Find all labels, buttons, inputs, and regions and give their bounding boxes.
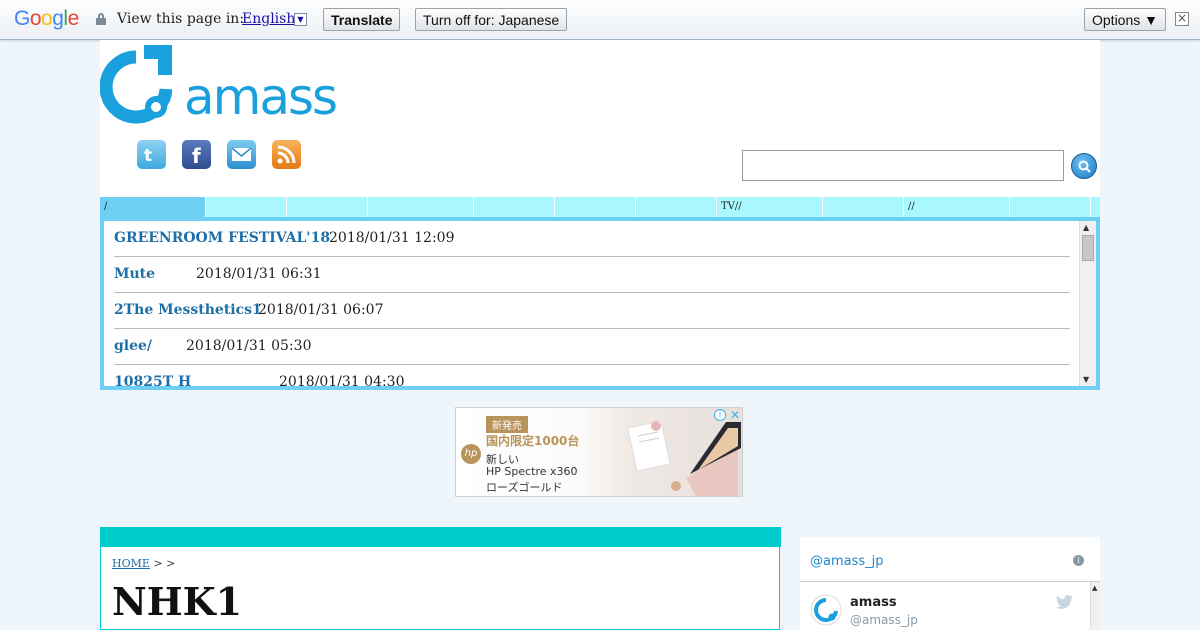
- lock-icon: [96, 13, 106, 25]
- chevron-down-icon[interactable]: ▼: [294, 13, 307, 26]
- nav-item[interactable]: TV//: [717, 197, 823, 217]
- search-input[interactable]: [742, 150, 1064, 181]
- tweet-author-name[interactable]: amass: [850, 595, 897, 610]
- ad-close-icon[interactable]: ✕: [730, 408, 740, 422]
- news-date: 2018/01/31 06:31: [196, 266, 322, 282]
- mail-icon[interactable]: [227, 140, 256, 169]
- nav-item[interactable]: [206, 197, 287, 217]
- news-scrollbar[interactable]: ▲ ▼: [1079, 221, 1096, 386]
- ad-headline: 国内限定1000台: [486, 434, 580, 448]
- twitter-handle-link[interactable]: @amass_jp: [810, 554, 884, 569]
- twitter-widget: @amass_jp i amass @amass_jp ▲: [800, 537, 1100, 630]
- news-title[interactable]: Mute: [114, 266, 155, 282]
- search-icon[interactable]: [1071, 153, 1097, 179]
- tweet-author-handle[interactable]: @amass_jp: [850, 613, 918, 627]
- language-select[interactable]: English: [242, 11, 295, 27]
- ad-badge: 新発売: [486, 416, 528, 433]
- nav-item[interactable]: [555, 197, 636, 217]
- nav-item[interactable]: [823, 197, 904, 217]
- scroll-up-icon[interactable]: ▲: [1083, 223, 1089, 232]
- google-logo: Google: [14, 7, 79, 30]
- news-list: GREENROOM FESTIVAL'18 2018/01/31 12:09 M…: [100, 217, 1100, 390]
- hp-logo-icon: hp: [461, 444, 481, 464]
- svg-text:f: f: [192, 144, 201, 165]
- close-icon[interactable]: ×: [1175, 12, 1189, 26]
- rss-icon[interactable]: [272, 140, 301, 169]
- news-item[interactable]: glee/ 2018/01/31 05:30: [114, 329, 1070, 365]
- news-title[interactable]: glee/: [114, 338, 152, 354]
- nav-item[interactable]: [474, 197, 555, 217]
- scroll-up-icon[interactable]: ▲: [1092, 584, 1097, 592]
- nav-item[interactable]: [368, 197, 474, 217]
- article-header-bar: [101, 527, 781, 547]
- news-item[interactable]: 2The Messthetics1 2018/01/31 06:07: [114, 293, 1070, 329]
- page-title: NHK1: [112, 579, 243, 624]
- svg-text:t: t: [144, 146, 152, 165]
- ad-text: HP Spectre x360: [486, 465, 578, 478]
- news-title[interactable]: GREENROOM FESTIVAL'18: [114, 230, 330, 246]
- nav-item[interactable]: /: [100, 197, 206, 217]
- breadcrumb: HOME > >: [112, 557, 175, 570]
- news-item[interactable]: GREENROOM FESTIVAL'18 2018/01/31 12:09: [114, 221, 1070, 257]
- ad-text: ローズゴールド: [486, 481, 563, 494]
- avatar[interactable]: [810, 594, 842, 626]
- nav-item[interactable]: //: [904, 197, 1010, 217]
- scrollbar-thumb[interactable]: [1082, 235, 1094, 261]
- twitter-bird-icon[interactable]: [1056, 595, 1073, 609]
- turn-off-button[interactable]: Turn off for: Japanese: [415, 8, 568, 31]
- news-date: 2018/01/31 04:30: [279, 374, 405, 390]
- news-item[interactable]: Mute 2018/01/31 06:31: [114, 257, 1070, 293]
- laptop-image: [627, 420, 741, 496]
- news-title[interactable]: 10825T H: [114, 374, 191, 386]
- view-page-label: View this page in:: [117, 11, 245, 27]
- tweet-card: amass @amass_jp ▲: [800, 581, 1100, 630]
- translate-bar: Google View this page in: English ▼ Tran…: [0, 0, 1200, 40]
- translate-button[interactable]: Translate: [323, 8, 401, 31]
- news-title[interactable]: 2The Messthetics1: [114, 302, 262, 318]
- nav-item[interactable]: [1091, 197, 1100, 217]
- breadcrumb-separator: > >: [149, 557, 176, 570]
- amass-logo-icon[interactable]: [100, 45, 172, 125]
- nav-item[interactable]: [287, 197, 368, 217]
- advertisement[interactable]: 新発売 国内限定1000台 hp 新しい HP Spectre x360 ローズ…: [455, 407, 743, 497]
- news-item[interactable]: 10825T H 2018/01/31 04:30: [114, 365, 1070, 390]
- twitter-icon[interactable]: t: [137, 140, 166, 169]
- category-nav: / TV// //: [100, 197, 1100, 217]
- scroll-down-icon[interactable]: ▼: [1083, 375, 1089, 384]
- site-logo-text[interactable]: amass: [184, 67, 338, 127]
- info-icon[interactable]: i: [1073, 555, 1084, 566]
- tweet-scrollbar[interactable]: ▲: [1090, 582, 1100, 630]
- breadcrumb-home-link[interactable]: HOME: [112, 557, 150, 570]
- facebook-icon[interactable]: f: [182, 140, 211, 169]
- news-date: 2018/01/31 06:07: [258, 302, 384, 318]
- ad-info-icon[interactable]: i: [714, 409, 726, 421]
- nav-item[interactable]: [1010, 197, 1091, 217]
- options-button[interactable]: Options ▼: [1084, 8, 1166, 31]
- site-header: amass t f: [100, 40, 1100, 197]
- news-date: 2018/01/31 12:09: [329, 230, 455, 246]
- nav-item[interactable]: [636, 197, 717, 217]
- news-date: 2018/01/31 05:30: [186, 338, 312, 354]
- article: HOME > > NHK1: [100, 527, 781, 630]
